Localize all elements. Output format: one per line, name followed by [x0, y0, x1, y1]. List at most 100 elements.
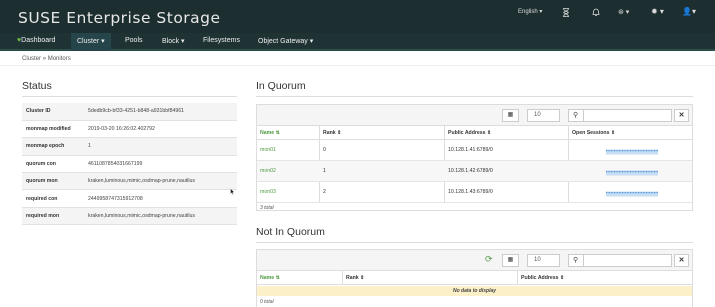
mouse-cursor-icon — [230, 188, 235, 195]
status-key: quorum con — [22, 155, 84, 174]
table-toolbar: ▦ 10 ⚲ ✕ — [257, 105, 692, 126]
table-row: required con 2449958747315912708 — [22, 189, 237, 208]
empty-message: No data to display — [257, 286, 692, 296]
column-header-name[interactable]: Name ⇅ — [260, 130, 280, 136]
language-selector[interactable]: English ▾ — [518, 8, 542, 15]
column-header-rank[interactable]: Rank ⇕ — [323, 130, 342, 136]
status-value: kraken,luminous,mimic,osdmap-prune,nauti… — [84, 172, 237, 191]
table-header: Name ⇅ Rank ⇕ Public Address ⇕ Open Sess… — [257, 126, 692, 140]
status-value: 2449958747315912708 — [84, 189, 237, 208]
status-key: quorum mon — [22, 172, 84, 191]
sort-icon: ⇕ — [337, 130, 342, 136]
top-bar: SUSE Enterprise Storage English ▾ ⊛ ▾ ✹ … — [0, 0, 715, 33]
open-sessions-sparkline — [606, 191, 658, 197]
nav-dashboard[interactable]: ♥Dashboard — [17, 37, 55, 44]
search-input[interactable]: ⚲ — [568, 254, 672, 267]
status-key: monmap modified — [22, 120, 84, 139]
bell-icon[interactable] — [592, 8, 600, 17]
breadcrumb-separator: » — [42, 56, 47, 62]
not-in-quorum-title: Not In Quorum — [256, 226, 325, 238]
user-icon[interactable]: 👤▾ — [682, 7, 696, 16]
total-count: 3 total — [260, 205, 274, 211]
table-row: monmap epoch 1 — [22, 137, 237, 156]
table-row: mon01 0 10.128.1.41:6789/0 — [257, 140, 692, 161]
status-table: Cluster ID 5dedb9cb-bf33-4251-b848-a931bb… — [22, 103, 237, 226]
status-value: 4611087854031667199 — [84, 155, 237, 174]
nav-filesystems[interactable]: Filesystems — [203, 37, 240, 44]
total-count: 0 total — [260, 299, 274, 305]
monitor-rank: 2 — [323, 189, 326, 195]
nav-pools[interactable]: Pools — [125, 37, 143, 44]
sort-icon: ⇕ — [487, 130, 492, 136]
clear-search-button[interactable]: ✕ — [674, 254, 689, 267]
table-columns-icon: ▦ — [507, 112, 514, 118]
status-key: Cluster ID — [22, 103, 84, 121]
settings-icon[interactable]: ✹ ▾ — [651, 7, 664, 16]
sort-icon: ⇅ — [275, 130, 280, 136]
table-row: monmap modified 2019-03-20 16:26:02.40279… — [22, 120, 237, 139]
nav-cluster[interactable]: Cluster ▾ — [71, 33, 111, 51]
divider — [342, 271, 343, 285]
sort-icon: ⇕ — [610, 130, 616, 136]
column-header-sessions-label: Open Sessions — [572, 130, 610, 136]
nav-object-gateway[interactable]: Object Gateway ▾ — [258, 37, 313, 45]
table-row: mon03 2 10.128.1.43:6789/0 — [257, 182, 692, 203]
columns-toggle-button[interactable]: ▦ — [502, 109, 519, 122]
status-value: kraken,luminous,mimic,osdmap-prune,nauti… — [84, 207, 237, 226]
divider — [256, 96, 693, 97]
table-row: required mon kraken,luminous,mimic,osdmap… — [22, 207, 237, 226]
status-key: required mon — [22, 207, 84, 226]
table-header: Name ⇅ Rank ⇕ Public Address ⇕ — [257, 271, 692, 285]
in-quorum-table: ▦ 10 ⚲ ✕ Name ⇅ Rank ⇕ Public Address ⇕ … — [256, 104, 693, 211]
in-quorum-title: In Quorum — [256, 80, 306, 92]
open-sessions-sparkline — [606, 170, 658, 176]
help-icon[interactable]: ⊛ ▾ — [618, 8, 629, 16]
monitor-name-link[interactable]: mon01 — [260, 147, 276, 153]
app-title: SUSE Enterprise Storage — [18, 9, 221, 27]
divider — [256, 242, 693, 243]
monitor-address: 10.128.1.41:6789/0 — [448, 147, 493, 153]
sort-icon: ⇕ — [560, 275, 565, 281]
column-header-address-label: Public Address — [521, 275, 559, 281]
column-header-rank[interactable]: Rank ⇕ — [346, 275, 365, 281]
breadcrumb-parent[interactable]: Cluster — [22, 56, 41, 62]
column-header-address[interactable]: Public Address ⇕ — [448, 130, 491, 136]
column-header-rank-label: Rank — [346, 275, 359, 281]
table-row: mon02 1 10.128.1.42:6789/0 — [257, 161, 692, 182]
monitor-name-link[interactable]: mon02 — [260, 168, 276, 174]
monitor-rank: 0 — [323, 147, 326, 153]
nav-block[interactable]: Block ▾ — [162, 37, 185, 45]
table-footer: 3 total — [257, 203, 692, 213]
sort-icon: ⇕ — [360, 275, 365, 281]
monitor-address: 10.128.1.43:6789/0 — [448, 189, 493, 195]
columns-toggle-button[interactable]: ▦ — [502, 254, 519, 267]
main-nav: ♥Dashboard Cluster ▾ Pools Block ▾ Files… — [0, 33, 715, 51]
page-size-input[interactable]: 10 — [527, 109, 560, 122]
divider — [583, 255, 584, 266]
status-key: required con — [22, 189, 84, 208]
page-size-input[interactable]: 10 — [527, 254, 560, 267]
column-header-address[interactable]: Public Address ⇕ — [521, 275, 564, 281]
table-toolbar: ⟳ ▦ 10 ⚲ ✕ — [257, 250, 692, 271]
status-value: 1 — [84, 137, 237, 156]
breadcrumb-current: Monitors — [47, 56, 71, 62]
search-icon: ⚲ — [573, 112, 579, 119]
refresh-icon[interactable]: ⟳ — [485, 254, 493, 265]
divider — [583, 110, 584, 121]
hourglass-icon[interactable] — [562, 8, 570, 17]
column-header-name-label: Name — [260, 130, 275, 136]
monitor-address: 10.128.1.42:6789/0 — [448, 168, 493, 174]
not-in-quorum-table: ⟳ ▦ 10 ⚲ ✕ Name ⇅ Rank ⇕ Public Address … — [256, 249, 693, 307]
nav-dashboard-label: Dashboard — [21, 37, 56, 44]
column-header-name[interactable]: Name ⇅ — [260, 275, 280, 281]
divider — [517, 271, 518, 285]
divider — [22, 96, 237, 97]
chevron-down-icon: ▾ — [539, 9, 543, 15]
monitor-rank: 1 — [323, 168, 326, 174]
column-header-sessions[interactable]: Open Sessions ⇕ — [572, 130, 615, 136]
monitor-name-link[interactable]: mon03 — [260, 189, 276, 195]
close-icon: ✕ — [678, 257, 685, 264]
clear-search-button[interactable]: ✕ — [674, 109, 689, 122]
search-input[interactable]: ⚲ — [568, 109, 672, 122]
column-header-address-label: Public Address — [448, 130, 486, 136]
